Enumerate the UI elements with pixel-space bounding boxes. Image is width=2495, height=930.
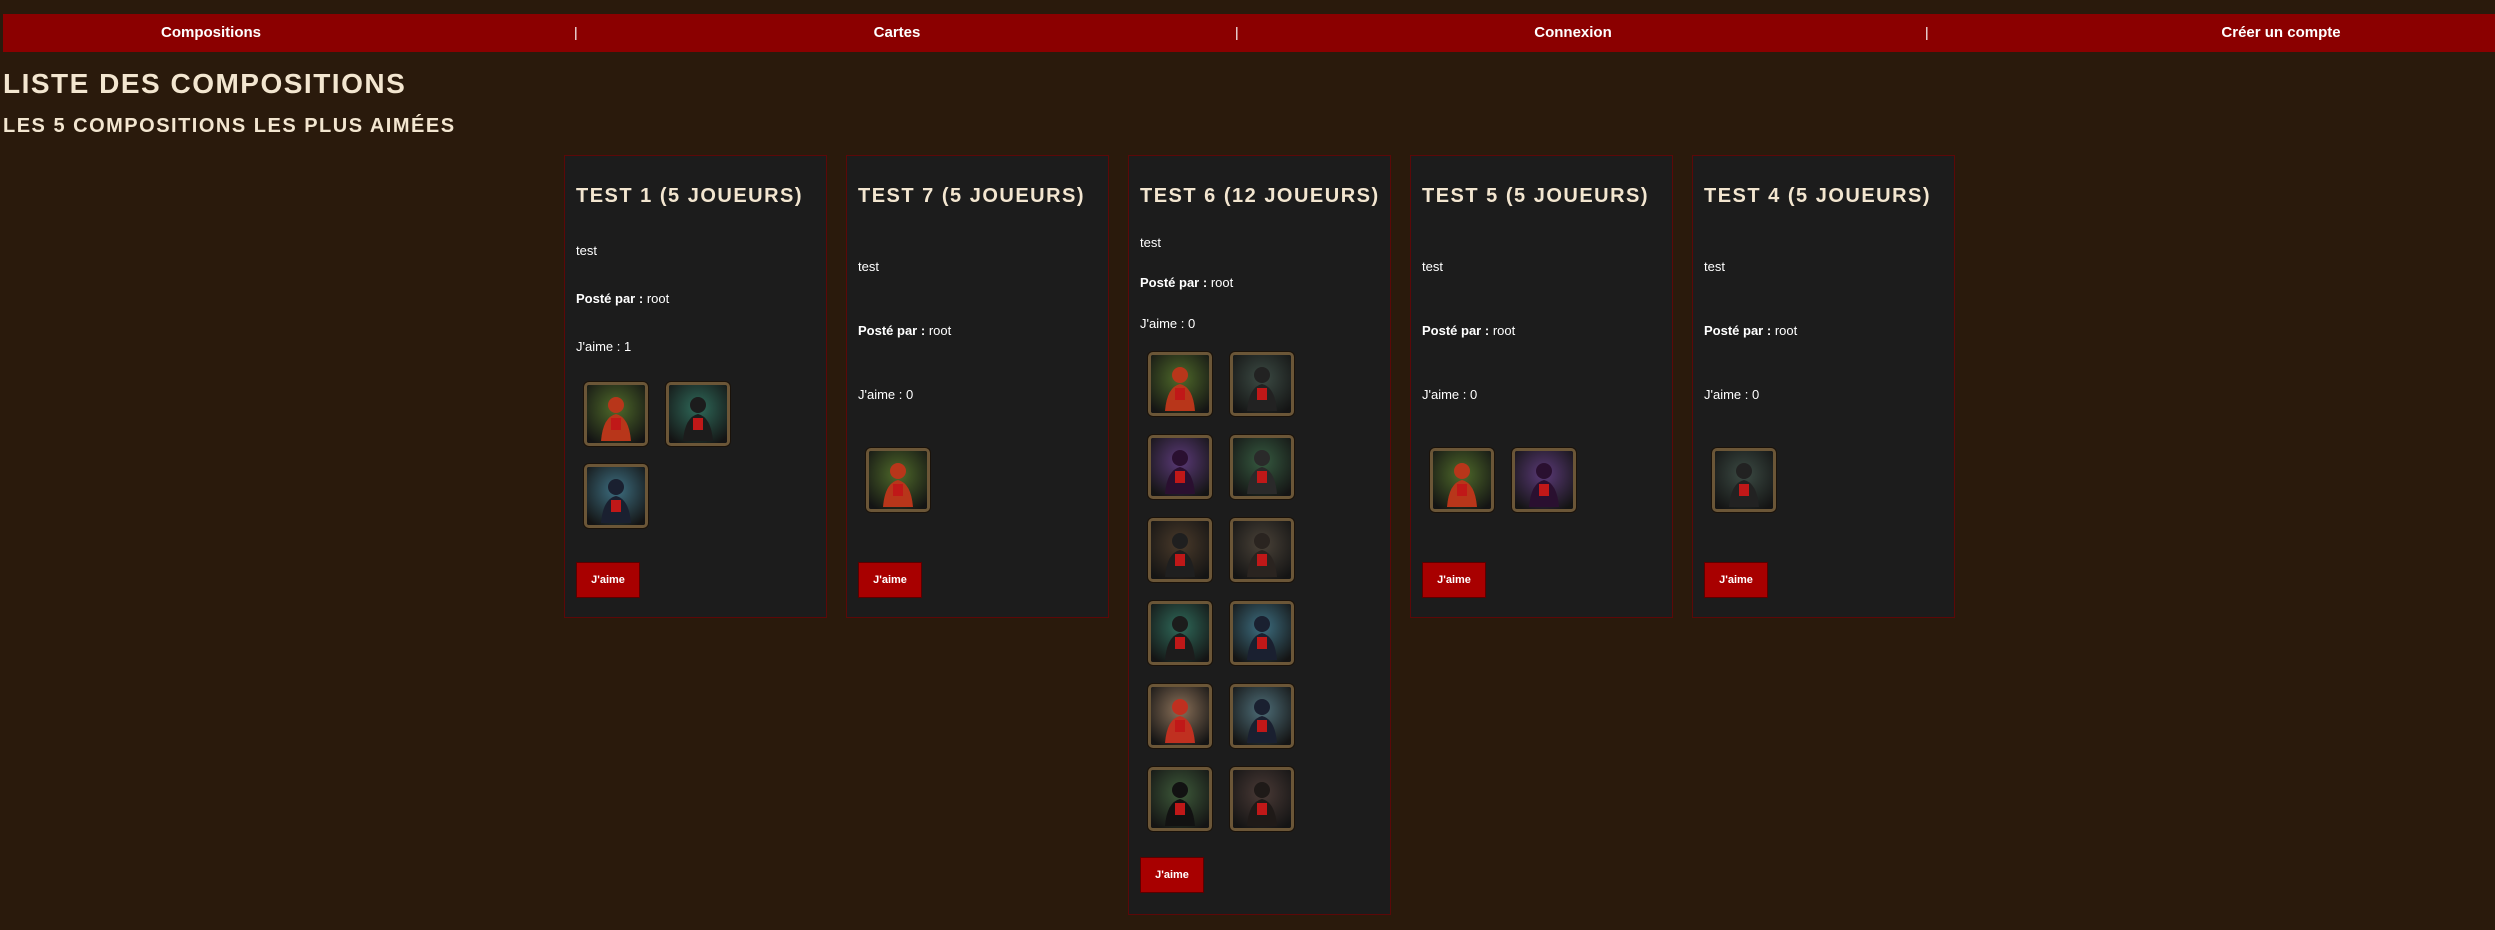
elder-card-icon[interactable] <box>1230 518 1294 582</box>
fox-card-icon[interactable] <box>584 382 648 446</box>
like-button[interactable]: J'aime <box>576 562 640 598</box>
nav-separator: | <box>1235 24 1239 40</box>
composition-likes: J'aime : 0 <box>1422 387 1477 402</box>
author-name: root <box>1774 323 1798 338</box>
composition-author: Posté par : root <box>1704 323 1797 338</box>
page-title: LISTE DES COMPOSITIONS <box>3 68 407 99</box>
hunter-card-icon[interactable] <box>1148 518 1212 582</box>
main-nav: Compositions | Cartes | Connexion | Crée… <box>3 14 2495 52</box>
author-name: root <box>1210 275 1234 290</box>
author-name: root <box>928 323 952 338</box>
nav-connexion-link[interactable]: Connexion <box>1534 14 1612 52</box>
composition-title: TEST 5 (5 JOUEURS) <box>1422 185 1650 207</box>
nav-compositions-link[interactable]: Compositions <box>161 14 261 52</box>
nav-create-account-link[interactable]: Créer un compte <box>2221 14 2340 52</box>
section-title: LES 5 COMPOSITIONS LES PLUS AIMÉES <box>3 115 456 137</box>
fox-card-icon[interactable] <box>866 448 930 512</box>
fox-card-icon[interactable] <box>1430 448 1494 512</box>
cupid-card-icon[interactable] <box>1148 684 1212 748</box>
fox-card-icon[interactable] <box>1148 352 1212 416</box>
author-name: root <box>646 291 670 306</box>
composition-description: test <box>1704 259 1725 274</box>
composition-likes: J'aime : 1 <box>576 339 631 354</box>
composition-likes: J'aime : 0 <box>1140 316 1195 331</box>
posted-by-label: Posté par : <box>576 291 644 306</box>
composition-likes: J'aime : 0 <box>858 387 913 402</box>
composition-description: test <box>858 259 879 274</box>
villagers-card-icon[interactable] <box>1712 448 1776 512</box>
posted-by-label: Posté par : <box>858 323 926 338</box>
likes-label: J'aime : <box>858 387 903 402</box>
seer-card-icon[interactable] <box>1148 435 1212 499</box>
likes-label: J'aime : <box>1422 387 1467 402</box>
like-button[interactable]: J'aime <box>1422 562 1486 598</box>
likes-label: J'aime : <box>1140 316 1185 331</box>
composition-card: TEST 1 (5 JOUEURS) test Posté par : root… <box>564 155 827 618</box>
composition-author: Posté par : root <box>1422 323 1515 338</box>
werewolf-card-icon[interactable] <box>584 464 648 528</box>
composition-card: TEST 5 (5 JOUEURS) test Posté par : root… <box>1410 155 1673 618</box>
author-name: root <box>1492 323 1516 338</box>
like-button[interactable]: J'aime <box>1704 562 1768 598</box>
composition-description: test <box>1140 235 1161 250</box>
witch-card-icon[interactable] <box>666 382 730 446</box>
composition-author: Posté par : root <box>858 323 951 338</box>
composition-author: Posté par : root <box>576 291 669 306</box>
composition-card: TEST 7 (5 JOUEURS) test Posté par : root… <box>846 155 1109 618</box>
composition-card: TEST 4 (5 JOUEURS) test Posté par : root… <box>1692 155 1955 618</box>
composition-title: TEST 7 (5 JOUEURS) <box>858 185 1086 207</box>
werewolf-card-icon[interactable] <box>1230 684 1294 748</box>
composition-author: Posté par : root <box>1140 275 1233 290</box>
like-button[interactable]: J'aime <box>858 562 922 598</box>
likes-count: 1 <box>624 339 632 354</box>
posted-by-label: Posté par : <box>1422 323 1490 338</box>
villagers-card-icon[interactable] <box>1230 352 1294 416</box>
like-button[interactable]: J'aime <box>1140 857 1204 893</box>
witch-card-icon[interactable] <box>1148 601 1212 665</box>
red-riding-hood-card-icon[interactable] <box>1230 767 1294 831</box>
witch-cauldron-card-icon[interactable] <box>1230 435 1294 499</box>
wolf-dog-card-icon[interactable] <box>1148 767 1212 831</box>
seer-card-icon[interactable] <box>1512 448 1576 512</box>
composition-title: TEST 6 (12 JOUEURS) <box>1140 185 1380 207</box>
composition-description: test <box>1422 259 1443 274</box>
composition-likes: J'aime : 0 <box>1704 387 1759 402</box>
likes-count: 0 <box>906 387 914 402</box>
likes-label: J'aime : <box>576 339 621 354</box>
likes-count: 0 <box>1470 387 1478 402</box>
likes-count: 0 <box>1188 316 1196 331</box>
composition-description: test <box>576 243 597 258</box>
nav-cartes-link[interactable]: Cartes <box>874 14 921 52</box>
composition-card: TEST 6 (12 JOUEURS) test Posté par : roo… <box>1128 155 1391 915</box>
posted-by-label: Posté par : <box>1140 275 1208 290</box>
posted-by-label: Posté par : <box>1704 323 1772 338</box>
likes-label: J'aime : <box>1704 387 1749 402</box>
little-girl-card-icon[interactable] <box>1230 601 1294 665</box>
composition-title: TEST 4 (5 JOUEURS) <box>1704 185 1932 207</box>
nav-separator: | <box>574 24 578 40</box>
likes-count: 0 <box>1752 387 1760 402</box>
composition-title: TEST 1 (5 JOUEURS) <box>576 185 804 207</box>
nav-separator: | <box>1925 24 1929 40</box>
